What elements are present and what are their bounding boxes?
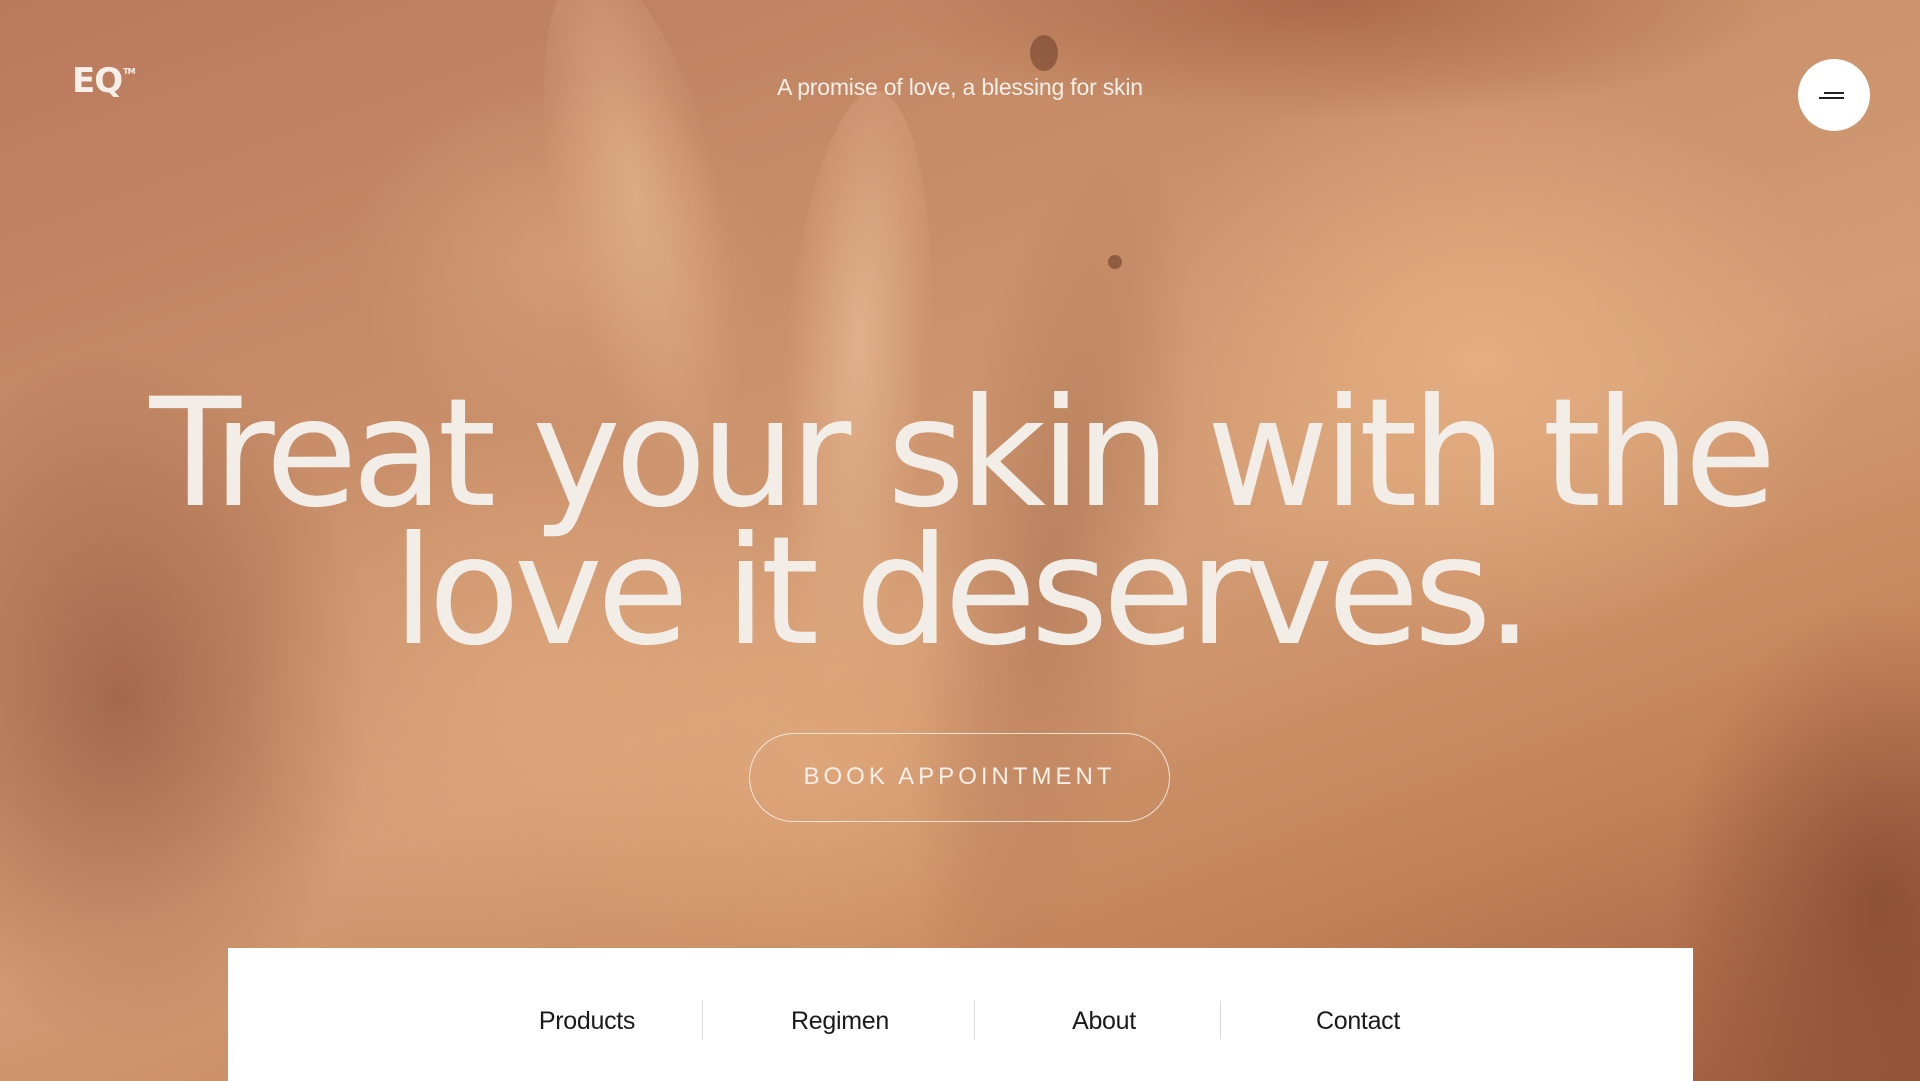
bottom-navigation: Products Regimen About Contact (228, 948, 1693, 1081)
hero-section: EQTM A promise of love, a blessing for s… (0, 0, 1920, 1081)
hero-headline-line-1: Treat your skin with the (149, 367, 1776, 541)
menu-button[interactable] (1798, 59, 1870, 131)
hero-headline-line-2: love it deserves. (392, 505, 1534, 679)
book-appointment-button[interactable]: BOOK APPOINTMENT (749, 733, 1170, 822)
nav-divider (1220, 1001, 1221, 1039)
nav-item-contact[interactable]: Contact (1228, 948, 1488, 1081)
nav-divider (974, 1001, 975, 1039)
hero-headline: Treat your skin with the love it deserve… (0, 367, 1920, 679)
header-tagline: A promise of love, a blessing for skin (777, 74, 1143, 100)
nav-item-about[interactable]: About (984, 948, 1224, 1081)
nav-divider (702, 1001, 703, 1039)
nav-item-regimen[interactable]: Regimen (710, 948, 970, 1081)
nav-item-products[interactable]: Products (478, 948, 696, 1081)
